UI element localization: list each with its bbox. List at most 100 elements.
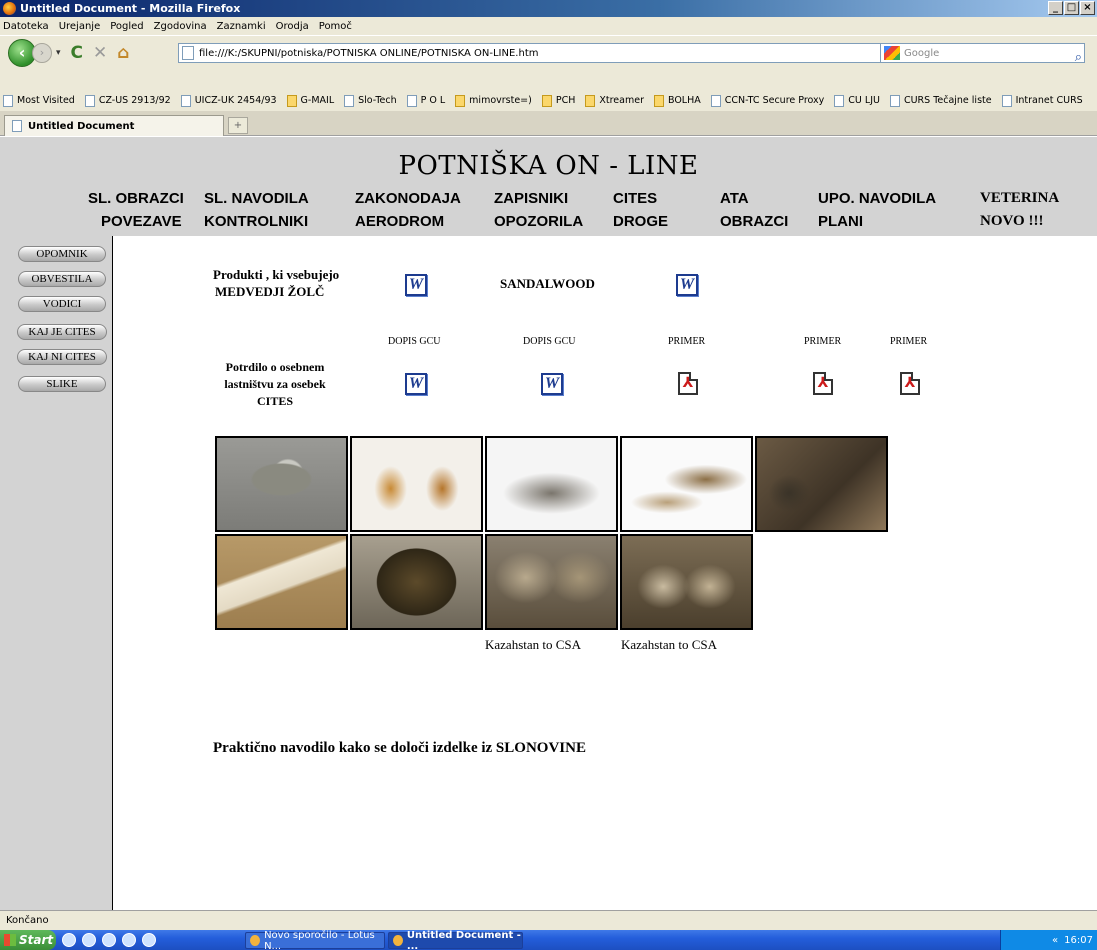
- primer-label: PRIMER: [804, 336, 842, 347]
- shoes-photo[interactable]: [620, 436, 753, 532]
- sidebar-item-kaj-je-cites[interactable]: KAJ JE CITES: [17, 324, 107, 340]
- clock: 16:07: [1064, 934, 1093, 946]
- bookmark-pol[interactable]: P O L: [406, 94, 445, 107]
- bookmark-curs-tecajne[interactable]: CURS Tečajne liste: [889, 94, 992, 107]
- sidebar-item-kaj-ni-cites[interactable]: KAJ NI CITES: [17, 349, 107, 365]
- bookmark-label: CURS Tečajne liste: [903, 95, 992, 106]
- bookmark-mimovrste[interactable]: mimovrste=): [455, 94, 532, 107]
- sidebar-item-vodici[interactable]: VODICI: [18, 296, 106, 312]
- nav-aerodrom[interactable]: AERODROM: [355, 213, 444, 230]
- menu-edit[interactable]: Urejanje: [59, 21, 101, 32]
- search-icon[interactable]: ⌕: [1075, 50, 1082, 65]
- primer-label: PRIMER: [668, 336, 706, 347]
- forward-button[interactable]: ›: [32, 43, 52, 63]
- firefox-icon: [3, 2, 16, 15]
- menu-file[interactable]: Datoteka: [3, 21, 49, 32]
- nav-upo-navodila[interactable]: UPO. NAVODILA: [818, 190, 936, 207]
- pdf-icon[interactable]: ⅄: [678, 372, 698, 395]
- quicklaunch-icon[interactable]: [82, 933, 96, 947]
- bookmark-uicz-uk[interactable]: UICZ-UK 2454/93: [180, 94, 277, 107]
- nav-droge[interactable]: DROGE: [613, 213, 668, 230]
- menu-bookmarks[interactable]: Zaznamki: [217, 21, 266, 32]
- sidebar-item-slike[interactable]: SLIKE: [18, 376, 106, 392]
- nav-povezave[interactable]: POVEZAVE: [101, 213, 182, 230]
- menu-history[interactable]: Zgodovina: [154, 21, 207, 32]
- nav-opozorila[interactable]: OPOZORILA: [494, 213, 583, 230]
- nav-novo[interactable]: NOVO !!!: [980, 213, 1043, 230]
- bookmark-pch[interactable]: PCH: [541, 94, 575, 107]
- nav-plani[interactable]: PLANI: [818, 213, 863, 230]
- x-icon: [585, 94, 596, 107]
- quicklaunch-icon[interactable]: [142, 933, 156, 947]
- ivory-photo[interactable]: [215, 534, 348, 630]
- bookmark-xtreamer[interactable]: Xtreamer: [585, 94, 644, 107]
- bookmark-bolha[interactable]: BOLHA: [653, 94, 701, 107]
- taskbar-item-lotus[interactable]: Novo sporočilo - Lotus N...: [245, 930, 385, 950]
- maximize-button[interactable]: □: [1064, 1, 1079, 15]
- word-doc-icon[interactable]: W: [405, 274, 427, 296]
- home-icon[interactable]: ⌂: [117, 43, 129, 63]
- bookmark-cz-us[interactable]: CZ-US 2913/92: [84, 94, 171, 107]
- bookmark-most-visited[interactable]: Most Visited: [3, 94, 75, 107]
- pdf-icon[interactable]: ⅄: [813, 372, 833, 395]
- menu-help[interactable]: Pomoč: [319, 21, 352, 32]
- bookmark-icon: [3, 94, 13, 107]
- bottles-photo[interactable]: [350, 436, 483, 532]
- pdf-icon[interactable]: ⅄: [900, 372, 920, 395]
- word-doc-icon[interactable]: W: [541, 373, 563, 395]
- bookmark-slo-tech[interactable]: Slo-Tech: [344, 94, 397, 107]
- bags-photo[interactable]: [485, 436, 618, 532]
- nav-kontrolniki[interactable]: KONTROLNIKI: [204, 213, 308, 230]
- mask-photo[interactable]: [350, 534, 483, 630]
- bookmark-gmail[interactable]: G-MAIL: [286, 94, 334, 107]
- word-doc-icon[interactable]: W: [405, 373, 427, 395]
- page-icon: [406, 94, 417, 107]
- close-button[interactable]: ×: [1080, 1, 1095, 15]
- lotus-icon: [250, 935, 261, 946]
- bookmark-ccn-tc[interactable]: CCN-TC Secure Proxy: [710, 94, 825, 107]
- system-tray: « 16:07: [1000, 930, 1097, 950]
- tray-expand-icon[interactable]: «: [1052, 935, 1058, 946]
- ie-quicklaunch-icon[interactable]: [62, 933, 76, 947]
- page-icon: [1001, 94, 1012, 107]
- reload-icon[interactable]: C: [71, 43, 83, 63]
- tab-untitled-document[interactable]: Untitled Document: [4, 115, 224, 136]
- search-field[interactable]: Google ⌕: [880, 43, 1085, 65]
- wolf-skins-photo[interactable]: [485, 534, 618, 630]
- new-tab-button[interactable]: +: [228, 117, 248, 134]
- taskbar-item-firefox[interactable]: Untitled Document - ...: [388, 930, 523, 950]
- nav-ata[interactable]: ATA: [720, 190, 749, 207]
- page-icon: [180, 94, 191, 107]
- shop-icon: [455, 94, 466, 107]
- menubar: Datoteka Urejanje Pogled Zgodovina Zazna…: [0, 17, 1097, 35]
- google-icon[interactable]: [884, 46, 900, 60]
- word-doc-icon[interactable]: W: [676, 274, 698, 296]
- nav-sl-navodila[interactable]: SL. NAVODILA: [204, 190, 309, 207]
- menu-view[interactable]: Pogled: [110, 21, 143, 32]
- turtle-coin-photo[interactable]: [215, 436, 348, 532]
- wolf-heads-photo[interactable]: [620, 534, 753, 630]
- minimize-button[interactable]: _: [1048, 1, 1063, 15]
- bookmark-cu-lju[interactable]: CU LJU: [834, 94, 880, 107]
- menu-tools[interactable]: Orodja: [276, 21, 309, 32]
- nav-cites[interactable]: CITES: [613, 190, 657, 207]
- ivory-guide-link[interactable]: Praktično navodilo kako se določi izdelk…: [213, 740, 586, 757]
- nav-sl-obrazci[interactable]: SL. OBRAZCI: [88, 190, 184, 207]
- nav-zapisniki[interactable]: ZAPISNIKI: [494, 190, 568, 207]
- ownership-text-line: CITES: [256, 394, 294, 408]
- history-dropdown-icon[interactable]: ▾: [56, 48, 61, 58]
- nav-zakonodaja[interactable]: ZAKONODAJA: [355, 190, 461, 207]
- boxes-photo[interactable]: [755, 436, 888, 532]
- sidebar-item-opomnik[interactable]: OPOMNIK: [18, 246, 106, 262]
- nav-obrazci[interactable]: OBRAZCI: [720, 213, 788, 230]
- firefox-quicklaunch-icon[interactable]: [122, 933, 136, 947]
- start-button[interactable]: Start: [0, 930, 56, 950]
- nav-veterina[interactable]: VETERINA: [980, 190, 1059, 207]
- page-content: POTNIŠKA ON - LINE SL. OBRAZCI POVEZAVE …: [0, 137, 1097, 910]
- url-text: file:///K:/SKUPNI/potniska/POTNISKA ONLI…: [199, 47, 539, 59]
- sidebar-item-obvestila[interactable]: OBVESTILA: [18, 271, 106, 287]
- stop-icon[interactable]: ✕: [93, 43, 107, 63]
- bookmark-intranet-curs[interactable]: Intranet CURS: [1001, 94, 1083, 107]
- bookmark-label: CCN-TC Secure Proxy: [724, 95, 825, 106]
- quicklaunch-icon[interactable]: [102, 933, 116, 947]
